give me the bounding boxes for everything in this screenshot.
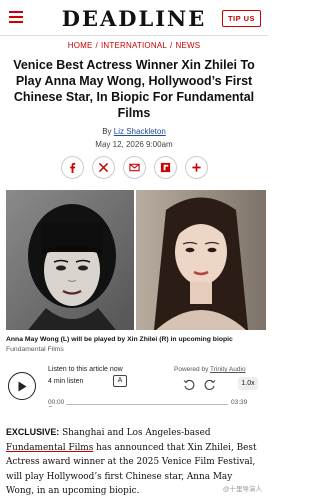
byline: By Liz Shackleton xyxy=(0,127,268,136)
rewind-10-button[interactable] xyxy=(182,378,195,391)
anna-may-wong-photo xyxy=(6,190,134,330)
x-share-button[interactable] xyxy=(91,156,115,179)
flipboard-icon xyxy=(160,162,170,173)
powered-prefix: Powered by xyxy=(174,366,209,373)
photo-credit: Fundamental Films xyxy=(6,346,64,353)
facebook-share-button[interactable] xyxy=(60,156,84,179)
share-bar xyxy=(0,156,268,179)
more-share-button[interactable] xyxy=(184,156,208,179)
more-plus-icon xyxy=(191,163,201,172)
playback-speed-button[interactable]: 1.0x xyxy=(238,377,258,390)
forward-10-button[interactable] xyxy=(203,378,216,391)
forward-10-icon xyxy=(204,379,215,390)
progress-track[interactable] xyxy=(48,402,228,407)
email-icon xyxy=(128,163,140,172)
photo-caption: Anna May Wong (L) will be played by Xin … xyxy=(6,336,233,343)
article-headline: Venice Best Actress Winner Xin Zhilei To… xyxy=(13,58,255,120)
facebook-icon xyxy=(69,162,75,173)
flipboard-share-button[interactable] xyxy=(153,156,177,179)
site-header: DEADLINE TIP US xyxy=(0,0,268,36)
tip-us-button[interactable]: TIP US xyxy=(221,10,261,27)
rewind-10-icon xyxy=(183,379,194,390)
play-icon xyxy=(18,381,27,391)
breadcrumb-separator: / xyxy=(170,41,173,50)
publish-date: May 12, 2026 9:00am xyxy=(95,140,173,149)
breadcrumb: HOME / INTERNATIONAL / NEWS xyxy=(0,41,268,50)
fundamental-films-link[interactable]: Fundamental Films xyxy=(6,443,93,453)
play-button[interactable] xyxy=(8,372,36,400)
author-link[interactable]: Liz Shackleton xyxy=(114,127,166,136)
exclusive-label: EXCLUSIVE: xyxy=(6,427,60,437)
breadcrumb-separator: / xyxy=(95,41,98,50)
time-elapsed: 00:00 xyxy=(48,399,67,406)
email-share-button[interactable] xyxy=(122,156,146,179)
breadcrumb-home[interactable]: HOME xyxy=(68,41,93,50)
translate-icon[interactable]: A xyxy=(113,375,127,387)
trinity-audio-link[interactable]: Trinity Audio xyxy=(210,366,246,373)
listen-duration: 4 min listen xyxy=(48,378,84,385)
watermark: @十里导演人 xyxy=(222,486,262,493)
listen-label: Listen to this article now xyxy=(48,366,123,373)
breadcrumb-news[interactable]: NEWS xyxy=(175,41,200,50)
body-text-1: Shanghai and Los Angeles-based xyxy=(59,428,211,438)
breadcrumb-international[interactable]: INTERNATIONAL xyxy=(101,41,167,50)
byline-prefix: By xyxy=(102,127,112,136)
powered-by: Powered by Trinity Audio xyxy=(174,366,246,373)
xin-zhilei-photo xyxy=(136,190,266,330)
x-icon xyxy=(98,162,108,173)
time-total: 03:39 xyxy=(231,399,248,406)
audio-player: Listen to this article now 4 min listen … xyxy=(0,360,268,416)
